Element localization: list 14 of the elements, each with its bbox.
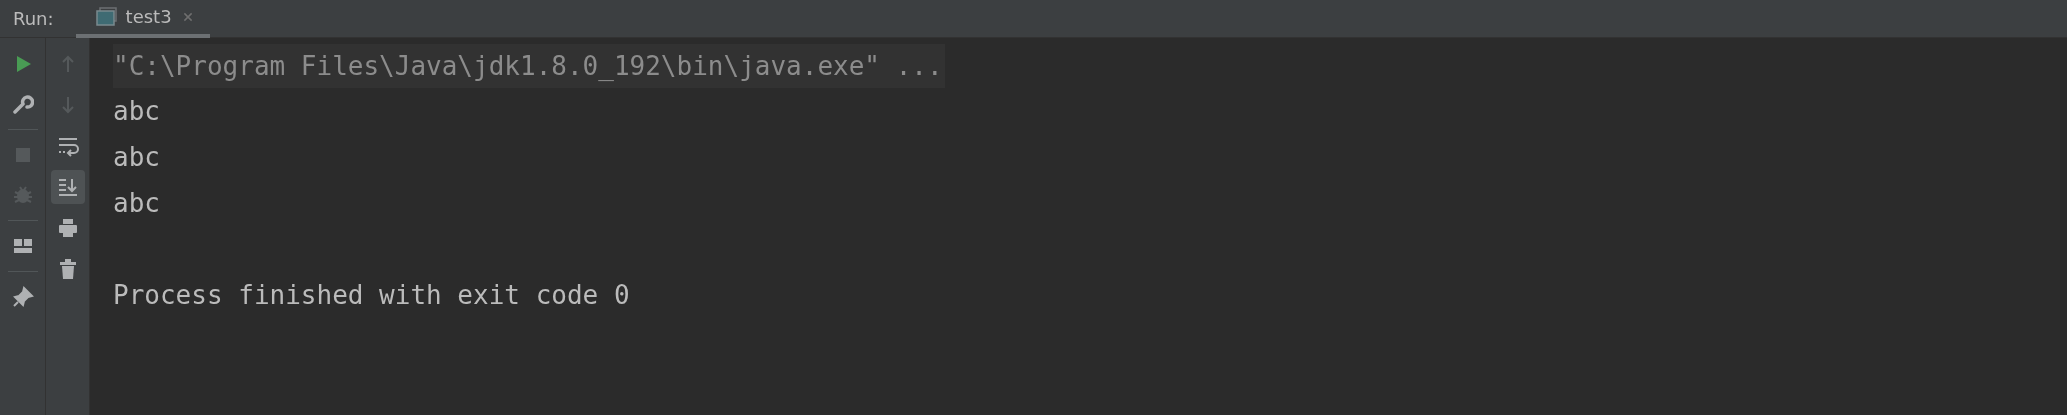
printer-icon (56, 217, 79, 239)
output-line: abc (113, 95, 160, 128)
scroll-to-end-button[interactable] (50, 170, 85, 204)
scroll-to-end-icon (56, 176, 79, 198)
output-line: abc (113, 187, 160, 220)
output-line: abc (113, 141, 160, 174)
console-icon (95, 5, 118, 28)
run-tab[interactable]: test3 (75, 0, 210, 38)
pin-icon (11, 286, 34, 308)
bug-icon (11, 184, 34, 206)
exit-message: Process finished with exit code 0 (113, 279, 630, 312)
soft-wrap-icon (56, 135, 79, 157)
run-label: Run: (13, 8, 54, 29)
wrench-icon (11, 93, 34, 115)
